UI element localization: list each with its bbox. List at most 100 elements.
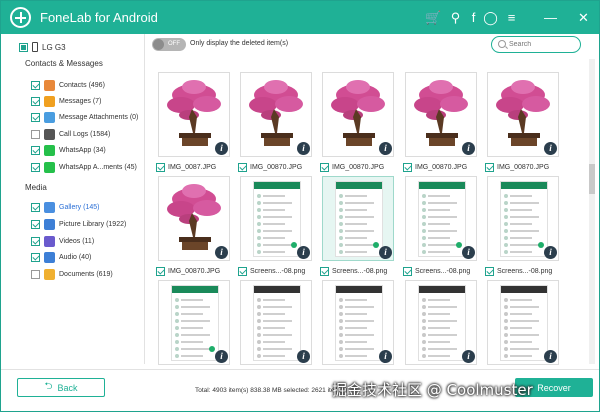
sidebar-item[interactable]: Videos (11) — [31, 234, 94, 248]
media-thumbnail[interactable]: i — [322, 176, 394, 261]
info-icon[interactable]: i — [544, 142, 557, 155]
screenshot-avatar — [339, 194, 343, 198]
media-item-checkbox[interactable] — [156, 162, 165, 172]
screenshot-avatar — [257, 229, 261, 233]
grid-scrollbar[interactable] — [589, 59, 595, 364]
info-icon[interactable]: i — [544, 350, 557, 363]
media-item-checkbox[interactable] — [156, 266, 165, 276]
media-item-label[interactable]: IMG_00870.JPG — [485, 161, 549, 173]
info-icon[interactable]: i — [462, 142, 475, 155]
media-item-checkbox[interactable] — [485, 266, 494, 276]
search-box[interactable] — [491, 36, 581, 53]
media-item-label[interactable]: IMG_0087.JPG — [156, 161, 216, 173]
sidebar-item[interactable]: Contacts (496) — [31, 78, 105, 92]
sidebar-item-checkbox[interactable] — [31, 202, 40, 212]
media-item-label[interactable]: IMG_00870.JPG — [320, 161, 384, 173]
sidebar-item-checkbox[interactable] — [31, 145, 40, 155]
sidebar-item[interactable]: WhatsApp (34) — [31, 143, 106, 157]
media-item-label[interactable]: Screens...-08.png — [238, 265, 305, 277]
sidebar-item[interactable]: Gallery (145) — [31, 200, 99, 214]
info-icon[interactable]: i — [462, 350, 475, 363]
media-item-checkbox[interactable] — [403, 162, 412, 172]
category-sidebar: LG G3 Contacts & Messages Media Contacts… — [1, 34, 145, 364]
sidebar-item-checkbox[interactable] — [31, 96, 40, 106]
media-thumbnail[interactable]: i — [405, 176, 477, 261]
media-thumbnail[interactable]: i — [405, 72, 477, 157]
media-item-checkbox[interactable] — [238, 266, 247, 276]
minimize-icon[interactable]: — — [543, 10, 558, 25]
media-item-label[interactable]: Screens...-08.png — [403, 265, 470, 277]
media-thumbnail[interactable]: i — [322, 72, 394, 157]
device-checkbox[interactable] — [19, 42, 28, 52]
key-icon[interactable]: ⚲ — [448, 10, 463, 25]
screenshot-avatar — [257, 319, 261, 323]
sidebar-item[interactable]: Call Logs (1584) — [31, 127, 110, 141]
sidebar-item[interactable]: Messages (7) — [31, 94, 101, 108]
sidebar-item-checkbox[interactable] — [31, 129, 40, 139]
info-icon[interactable]: i — [379, 142, 392, 155]
info-icon[interactable]: i — [297, 246, 310, 259]
sidebar-item-checkbox[interactable] — [31, 269, 40, 279]
chat-icon[interactable]: ◯ — [483, 10, 498, 25]
media-item-checkbox[interactable] — [320, 162, 329, 172]
device-row[interactable]: LG G3 — [19, 40, 66, 54]
info-icon[interactable]: i — [379, 246, 392, 259]
close-icon[interactable]: ✕ — [576, 10, 591, 25]
scrollbar-thumb[interactable] — [589, 164, 595, 194]
media-item-checkbox[interactable] — [238, 162, 247, 172]
media-thumbnail[interactable]: i — [240, 72, 312, 157]
info-icon[interactable]: i — [544, 246, 557, 259]
media-thumbnail[interactable]: i — [487, 176, 559, 261]
menu-icon[interactable]: ≡ — [504, 10, 519, 25]
media-thumbnail[interactable]: i — [158, 72, 230, 157]
sidebar-item-checkbox[interactable] — [31, 219, 40, 229]
sidebar-item-checkbox[interactable] — [31, 80, 40, 90]
info-icon[interactable]: i — [379, 350, 392, 363]
cart-icon[interactable]: 🛒 — [425, 10, 441, 25]
media-thumbnail[interactable]: i — [158, 280, 230, 365]
screenshot-avatar — [257, 208, 261, 212]
screenshot-avatar — [422, 312, 426, 316]
media-thumbnail[interactable]: i — [158, 176, 230, 261]
search-input[interactable] — [509, 38, 577, 50]
info-icon[interactable]: i — [215, 142, 228, 155]
media-thumbnail[interactable]: i — [322, 280, 394, 365]
info-icon[interactable]: i — [297, 350, 310, 363]
sidebar-item[interactable]: Documents (619) — [31, 267, 113, 281]
media-thumbnail[interactable]: i — [487, 280, 559, 365]
media-item-label[interactable]: IMG_00870.JPG — [403, 161, 467, 173]
info-icon[interactable]: i — [297, 142, 310, 155]
media-thumbnail[interactable]: i — [240, 280, 312, 365]
sidebar-item-checkbox[interactable] — [31, 162, 40, 172]
media-item-label[interactable]: IMG_00870.JPG — [156, 265, 220, 277]
media-item-label[interactable]: Screens...-08.png — [320, 265, 387, 277]
screenshot-header — [254, 182, 300, 189]
info-icon[interactable]: i — [215, 350, 228, 363]
media-thumbnail[interactable]: i — [240, 176, 312, 261]
screenshot-line — [428, 313, 450, 315]
media-item-checkbox[interactable] — [485, 162, 494, 172]
sidebar-item[interactable]: Message Attachments (0) — [31, 110, 138, 124]
sidebar-item-label: Gallery (145) — [59, 203, 100, 211]
watermark: 掘金技术社区 @ Coolmuster — [332, 381, 533, 399]
screenshot-avatar — [504, 305, 508, 309]
sidebar-item-checkbox[interactable] — [31, 252, 40, 262]
media-item-label[interactable]: IMG_00870.JPG — [238, 161, 302, 173]
media-item-checkbox[interactable] — [403, 266, 412, 276]
media-item-checkbox[interactable] — [320, 266, 329, 276]
screenshot-avatar — [257, 201, 261, 205]
facebook-icon[interactable]: f — [466, 10, 481, 25]
deleted-only-toggle[interactable]: OFF — [152, 38, 186, 51]
info-icon[interactable]: i — [462, 246, 475, 259]
media-item-label[interactable]: Screens...-08.png — [485, 265, 552, 277]
media-thumbnail[interactable]: i — [487, 72, 559, 157]
messages-icon — [44, 95, 55, 107]
info-icon[interactable]: i — [215, 246, 228, 259]
sidebar-item[interactable]: WhatsApp A...ments (45) — [31, 160, 137, 174]
sidebar-item[interactable]: Picture Library (1922) — [31, 217, 126, 231]
sidebar-item-checkbox[interactable] — [31, 236, 40, 246]
sidebar-item[interactable]: Audio (40) — [31, 250, 91, 264]
sidebar-item-checkbox[interactable] — [31, 112, 40, 122]
media-thumbnail[interactable]: i — [405, 280, 477, 365]
back-button[interactable]: ⮌ Back — [17, 378, 105, 397]
